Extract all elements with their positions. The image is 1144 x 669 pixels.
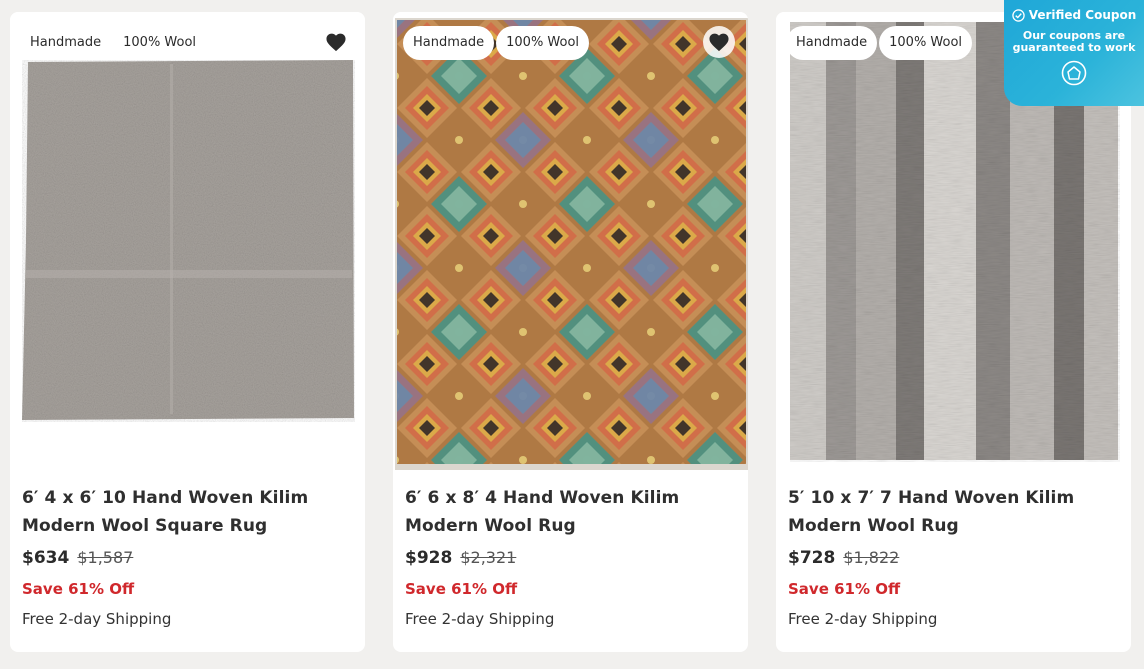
coupon-title: Verified Coupon	[1028, 8, 1137, 22]
price-row: $928 $2,321	[405, 548, 738, 568]
shipping-label: Free 2-day Shipping	[788, 610, 938, 628]
product-image[interactable]	[393, 12, 748, 470]
original-price: $1,822	[843, 548, 900, 567]
product-card[interactable]: Handmade 100% Wool 5′ 10 x 7′ 7 Hand Wov…	[776, 12, 1131, 652]
tag-handmade: Handmade	[786, 26, 878, 60]
product-tags: Handmade 100% Wool	[403, 26, 590, 60]
product-info: 5′ 10 x 7′ 7 Hand Woven Kilim Modern Woo…	[788, 484, 1121, 628]
multicolor-diamond-kilim-rug-image	[395, 18, 748, 470]
favorite-button[interactable]	[320, 26, 352, 58]
verified-coupon-badge[interactable]: Verified Coupon Our coupons are guarante…	[1004, 0, 1144, 106]
price-row: $728 $1,822	[788, 548, 1121, 568]
favorite-button[interactable]	[703, 26, 735, 58]
original-price: $1,587	[77, 548, 134, 567]
shipping-label: Free 2-day Shipping	[22, 610, 172, 628]
product-info: 6′ 4 x 6′ 10 Hand Woven Kilim Modern Woo…	[22, 484, 355, 628]
sale-price: $728	[788, 548, 836, 568]
product-title[interactable]: 6′ 6 x 8′ 4 Hand Woven Kilim Modern Wool…	[405, 484, 738, 540]
product-info: 6′ 6 x 8′ 4 Hand Woven Kilim Modern Wool…	[405, 484, 738, 628]
tag-handmade: Handmade	[403, 26, 495, 60]
product-image[interactable]	[10, 12, 365, 470]
price-row: $634 $1,587	[22, 548, 355, 568]
check-circle-icon	[1011, 8, 1025, 22]
product-card[interactable]: Handmade 100% Wool 6′ 4 x 6′ 10 Hand Wov…	[10, 12, 365, 652]
sale-price: $634	[22, 548, 70, 568]
heart-icon	[709, 33, 729, 52]
sale-price: $928	[405, 548, 453, 568]
grey-kilim-rug-image	[22, 60, 354, 420]
shipping-label: Free 2-day Shipping	[405, 610, 555, 628]
discount-label: Save 61% Off	[405, 580, 518, 598]
tag-handmade: Handmade	[30, 35, 102, 50]
product-tags: Handmade 100% Wool	[20, 26, 206, 60]
product-title[interactable]: 5′ 10 x 7′ 7 Hand Woven Kilim Modern Woo…	[788, 484, 1121, 540]
discount-label: Save 61% Off	[22, 580, 135, 598]
product-grid: Handmade 100% Wool 6′ 4 x 6′ 10 Hand Wov…	[10, 12, 1131, 652]
tag-wool: 100% Wool	[123, 35, 197, 50]
discount-label: Save 61% Off	[788, 580, 901, 598]
product-title[interactable]: 6′ 4 x 6′ 10 Hand Woven Kilim Modern Woo…	[22, 484, 355, 540]
coupon-header: Verified Coupon	[1004, 8, 1144, 22]
coupon-badge-icon	[1061, 60, 1087, 86]
product-tags: Handmade 100% Wool	[786, 26, 973, 60]
original-price: $2,321	[460, 548, 517, 567]
tag-wool: 100% Wool	[879, 26, 973, 60]
product-card[interactable]: Handmade 100% Wool 6′ 6 x 8′ 4 Hand Wove…	[393, 12, 748, 652]
tag-wool: 100% Wool	[496, 26, 590, 60]
coupon-subtitle: Our coupons are guaranteed to work	[1012, 29, 1136, 54]
heart-icon	[326, 33, 346, 52]
